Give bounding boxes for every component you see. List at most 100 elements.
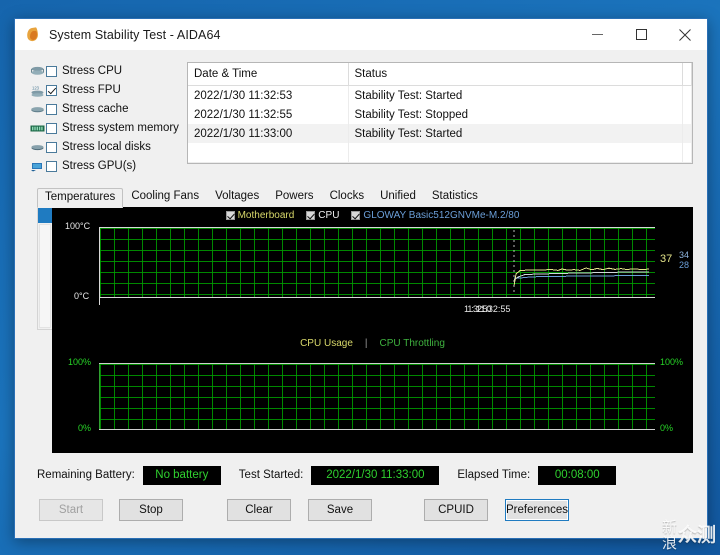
temperatures-legend: Motherboard CPU GLOWAY Basic512GNVMe-M.2…: [52, 210, 693, 221]
chart-tabs: Temperatures Cooling Fans Voltages Power…: [37, 188, 707, 207]
fpu-icon: 123: [29, 85, 46, 97]
preferences-button[interactable]: Preferences: [505, 499, 569, 521]
temp-series-lines: [100, 228, 655, 297]
cell-pad: [683, 86, 692, 106]
legend-label: CPU: [318, 210, 339, 221]
table-row[interactable]: 2022/1/30 11:33:00 Stability Test: Start…: [188, 124, 692, 143]
cell-datetime: 2022/1/30 11:32:53: [188, 86, 348, 106]
legend-checkbox-cpu[interactable]: [306, 211, 315, 220]
stress-option-gpu[interactable]: Stress GPU(s): [29, 158, 179, 175]
stress-option-label: Stress FPU: [62, 84, 121, 97]
top-panel: Stress CPU 123 Stress FPU: [15, 50, 707, 177]
usage-ytick-bottom-right: 0%: [660, 423, 673, 433]
stress-options-list: Stress CPU 123 Stress FPU: [29, 62, 179, 177]
watermark-char-1: 新: [662, 519, 677, 535]
column-header-datetime[interactable]: Date & Time: [188, 63, 348, 86]
usage-ytick-top-right: 100%: [660, 357, 683, 367]
temp-value-nvme: 28: [679, 260, 689, 270]
temp-value-motherboard: 37: [660, 253, 672, 265]
legend-label-cpu-usage[interactable]: CPU Usage: [300, 338, 353, 349]
cell-datetime: 2022/1/30 11:33:00: [188, 124, 348, 143]
stress-option-cache[interactable]: Stress cache: [29, 101, 179, 118]
maximize-button[interactable]: [619, 19, 663, 50]
scrollbar-thumb[interactable]: [38, 208, 52, 223]
elapsed-time-value: 00:08:00: [538, 466, 616, 485]
charts-stack: Motherboard CPU GLOWAY Basic512GNVMe-M.2…: [52, 207, 693, 453]
stress-cpu-checkbox[interactable]: [46, 66, 57, 77]
legend-label: GLOWAY Basic512GNVMe-M.2/80: [363, 210, 519, 221]
minimize-button[interactable]: [575, 19, 619, 50]
column-header-pad: [683, 63, 692, 86]
usage-bottom-rule: [99, 429, 655, 430]
watermark-char-2: 浪: [662, 535, 677, 551]
watermark-left: 新 浪: [662, 519, 677, 551]
status-bar: Remaining Battery: No battery Test Start…: [37, 465, 693, 485]
stress-option-label: Stress system memory: [62, 122, 179, 135]
table-row-empty: [188, 143, 692, 163]
tab-cooling-fans[interactable]: Cooling Fans: [123, 187, 207, 207]
memory-icon: [29, 124, 46, 133]
temperatures-chart: Motherboard CPU GLOWAY Basic512GNVMe-M.2…: [52, 207, 693, 330]
tab-voltages[interactable]: Voltages: [207, 187, 267, 207]
stress-cache-checkbox[interactable]: [46, 104, 57, 115]
stress-fpu-checkbox[interactable]: [46, 85, 57, 96]
column-header-status[interactable]: Status: [348, 63, 683, 86]
legend-checkbox-nvme[interactable]: [351, 211, 360, 220]
cache-icon: [29, 105, 46, 115]
stop-button[interactable]: Stop: [119, 499, 183, 521]
event-log-grid[interactable]: Date & Time Status 2022/1/30 11:32:53 St…: [187, 62, 693, 164]
action-buttons: Start Stop Clear Save CPUID Preferences: [39, 499, 693, 521]
flame-icon: [25, 27, 41, 43]
tab-clocks[interactable]: Clocks: [322, 187, 373, 207]
elapsed-time-label: Elapsed Time:: [457, 469, 530, 481]
legend-item-cpu[interactable]: CPU: [306, 210, 339, 221]
tab-statistics[interactable]: Statistics: [424, 187, 486, 207]
stress-option-cpu[interactable]: Stress CPU: [29, 63, 179, 80]
start-button[interactable]: Start: [39, 499, 103, 521]
stress-gpu-checkbox[interactable]: [46, 161, 57, 172]
table-row[interactable]: 2022/1/30 11:32:55 Stability Test: Stopp…: [188, 105, 692, 124]
charts-panel: Motherboard CPU GLOWAY Basic512GNVMe-M.2…: [37, 207, 693, 453]
clear-button[interactable]: Clear: [227, 499, 291, 521]
watermark-right: 众测: [678, 525, 716, 545]
cell-status: Stability Test: Started: [348, 124, 683, 143]
cpu-usage-chart: CPU Usage | CPU Throttling 100% 0% 100% …: [52, 335, 693, 453]
legend-checkbox-motherboard[interactable]: [226, 211, 235, 220]
temp-ytick-bottom: 0°C: [74, 291, 89, 301]
tab-temperatures[interactable]: Temperatures: [37, 188, 123, 208]
scrollbar-track[interactable]: [39, 224, 51, 328]
temp-xtick-2: 11:32:55: [476, 304, 510, 314]
stress-option-label: Stress local disks: [62, 141, 151, 154]
cell-status: Stability Test: Stopped: [348, 105, 683, 124]
stress-option-system-memory[interactable]: Stress system memory: [29, 120, 179, 137]
gpu-icon: [29, 161, 46, 172]
stress-option-local-disks[interactable]: Stress local disks: [29, 139, 179, 156]
disk-icon: [29, 143, 46, 152]
tab-unified[interactable]: Unified: [372, 187, 424, 207]
battery-value: No battery: [143, 466, 221, 485]
tab-powers[interactable]: Powers: [267, 187, 321, 207]
window-controls: [575, 19, 707, 50]
legend-item-nvme[interactable]: GLOWAY Basic512GNVMe-M.2/80: [351, 210, 519, 221]
cpu-icon: [29, 66, 46, 77]
temp-bottom-rule: [99, 297, 655, 298]
temp-ytick-top: 100°C: [65, 221, 90, 231]
stress-option-label: Stress cache: [62, 103, 128, 116]
charts-vertical-scrollbar[interactable]: [37, 207, 52, 330]
stress-memory-checkbox[interactable]: [46, 123, 57, 134]
cell-pad: [683, 124, 692, 143]
legend-item-motherboard[interactable]: Motherboard: [226, 210, 295, 221]
test-started-value: 2022/1/30 11:33:00: [311, 466, 439, 485]
temp-value-cpu: 34: [679, 250, 689, 260]
save-button[interactable]: Save: [308, 499, 372, 521]
table-row-empty: [188, 163, 692, 165]
cell-datetime: 2022/1/30 11:32:55: [188, 105, 348, 124]
stress-option-fpu[interactable]: 123 Stress FPU: [29, 82, 179, 99]
legend-label-cpu-throttling[interactable]: CPU Throttling: [380, 338, 445, 349]
stress-disks-checkbox[interactable]: [46, 142, 57, 153]
table-row[interactable]: 2022/1/30 11:32:53 Stability Test: Start…: [188, 86, 692, 106]
close-button[interactable]: [663, 19, 707, 50]
cpuid-button[interactable]: CPUID: [424, 499, 488, 521]
legend-separator: |: [365, 338, 368, 349]
window-client-area: Stress CPU 123 Stress FPU: [15, 50, 707, 538]
